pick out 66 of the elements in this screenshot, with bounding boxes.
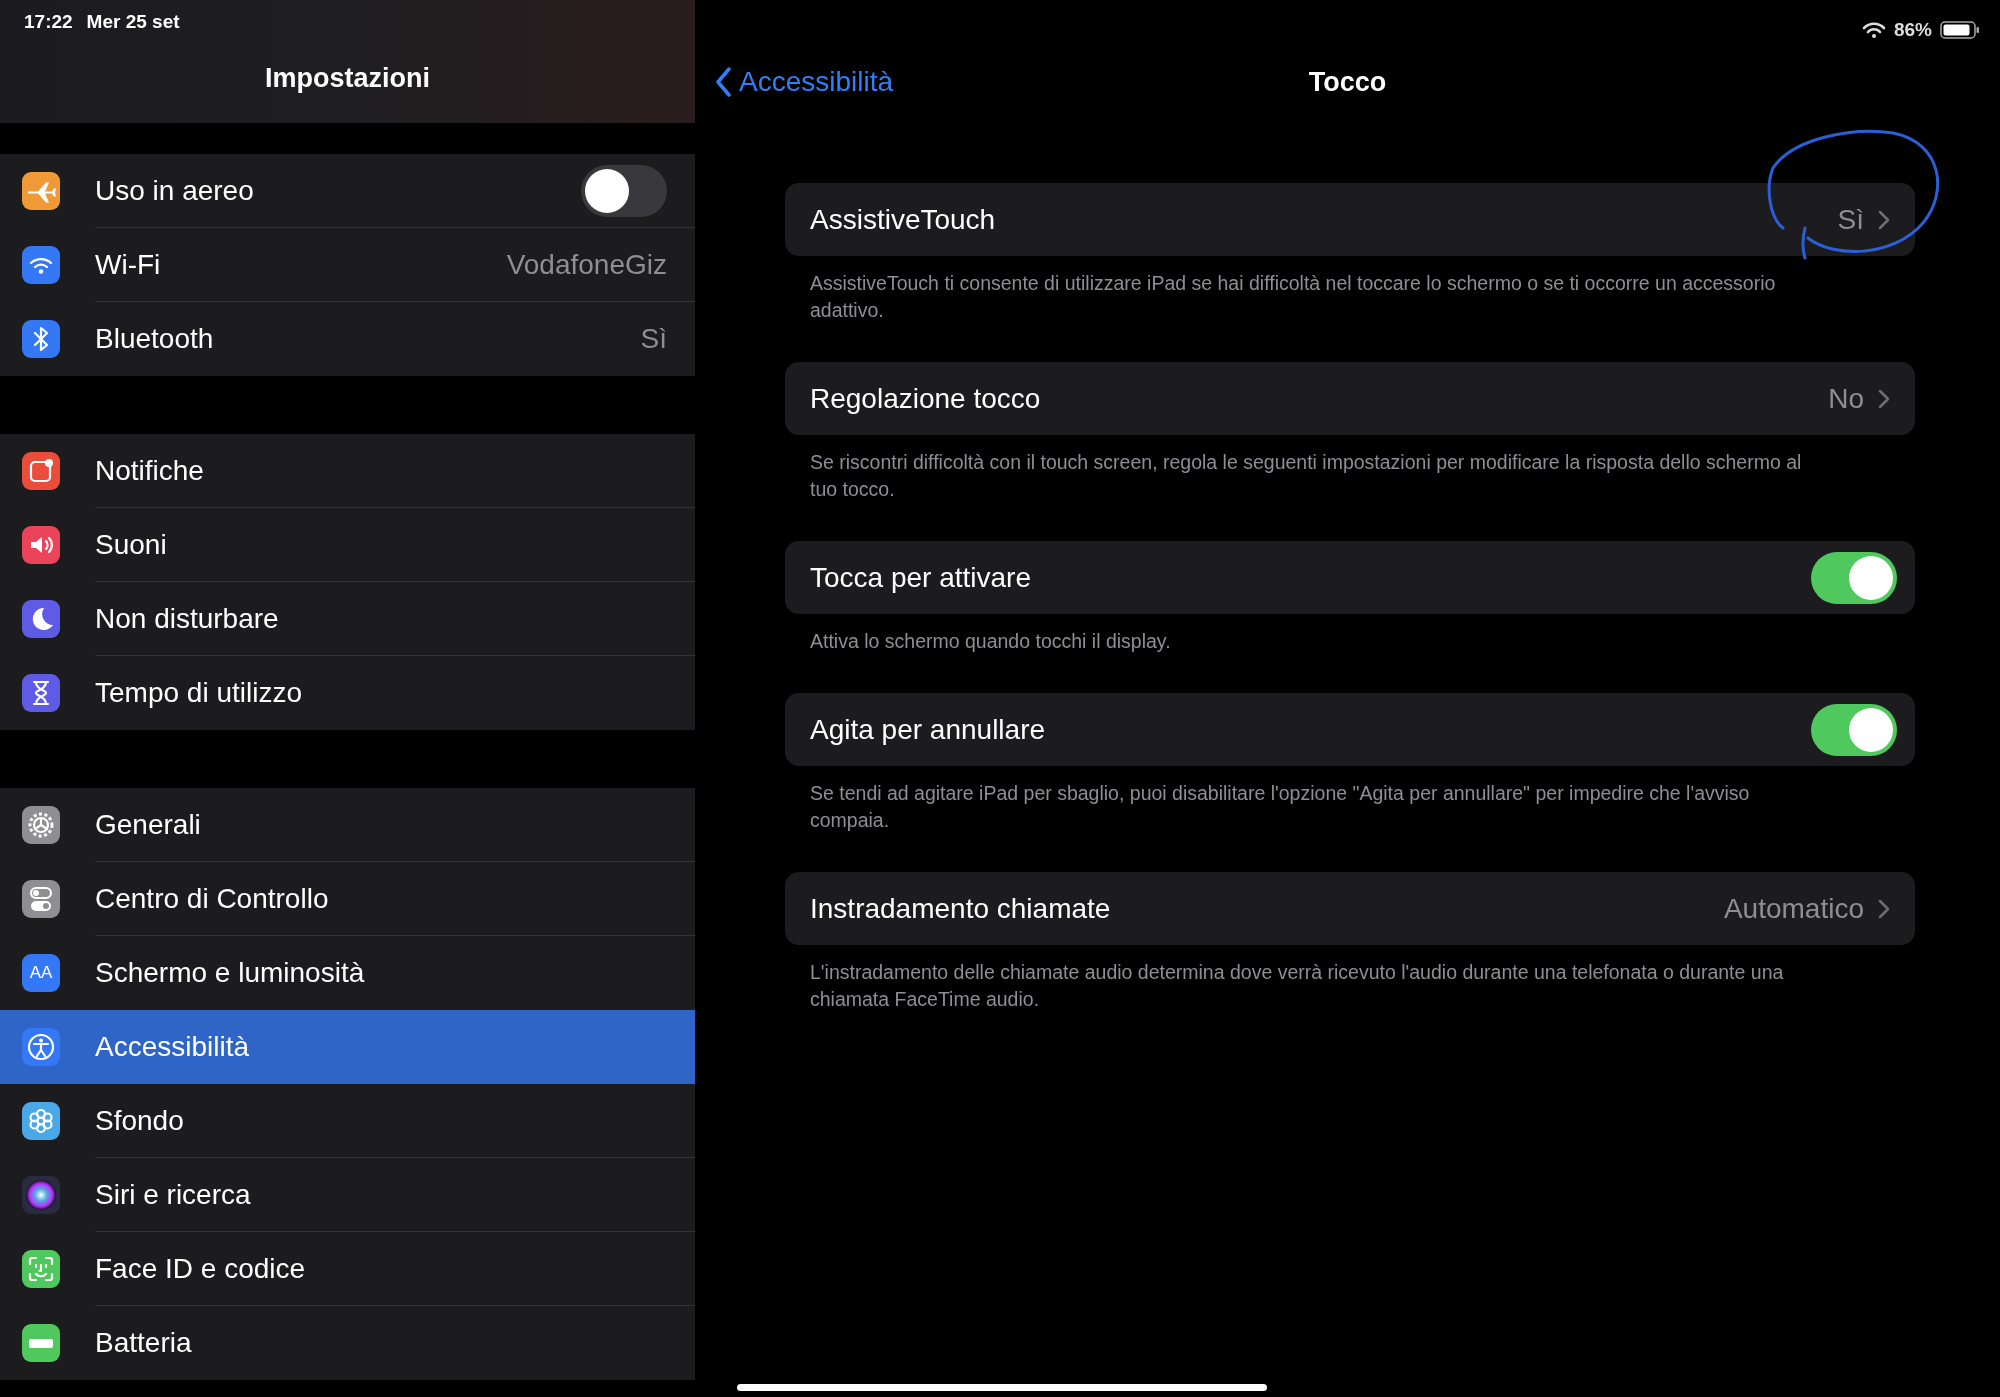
back-chevron-icon <box>715 67 731 97</box>
toggle-switch[interactable] <box>1811 703 1897 756</box>
sidebar-item[interactable]: Non disturbare <box>0 582 695 656</box>
sidebar-item[interactable]: Notifiche <box>0 434 695 508</box>
back-button[interactable]: Accessibilità <box>715 61 894 103</box>
item-label: Sfondo <box>95 1103 185 1138</box>
sidebar-item[interactable]: Face ID e codice <box>0 1232 695 1306</box>
item-label: Uso in aereo <box>95 173 255 208</box>
item-label: Non disturbare <box>95 601 280 636</box>
item-label: Accessibilità <box>95 1030 251 1064</box>
toggle-switch[interactable] <box>1811 551 1897 604</box>
item-label: Notifiche <box>95 453 205 488</box>
row-value: Automatico <box>1723 891 1864 926</box>
item-label: Suoni <box>95 527 168 562</box>
settings-row[interactable]: Agita per annullare <box>785 693 1915 766</box>
item-value: Sì <box>640 322 667 356</box>
settings-row[interactable]: Regolazione tocco No <box>785 362 1915 435</box>
battery-percent: 86% <box>1893 17 1932 42</box>
item-label: Bluetooth <box>95 322 215 356</box>
item-label: Tempo di utilizzo <box>95 676 303 710</box>
row-label: Regolazione tocco <box>810 381 1042 416</box>
item-label: Schermo e luminosità <box>95 956 366 990</box>
item-value: VodafoneGiz <box>506 247 667 282</box>
chevron-icon <box>1878 388 1890 409</box>
sidebar-item[interactable]: Centro di Controllo <box>0 862 695 936</box>
row-description: Attiva lo schermo quando tocchi il display. <box>809 629 1172 654</box>
row-description: L'instradamento delle chiamate audio determina dove verrà ricevuto l'audio durante una telefonata o durante una chiamata FaceTime audio. <box>809 960 1785 1012</box>
settings-row[interactable]: Tocca per attivare <box>785 541 1915 614</box>
sidebar-item[interactable]: Batteria <box>0 1306 695 1380</box>
page-title: Tocco <box>1308 65 1387 99</box>
sidebar-item[interactable]: Accessibilità <box>0 1010 695 1084</box>
status-date: Mer 25 set <box>86 10 180 34</box>
sidebar-item[interactable]: AA Schermo e luminosità <box>0 936 695 1010</box>
wifi-icon <box>1861 21 1886 39</box>
row-label: Instradamento chiamate <box>810 891 1112 926</box>
item-label: Batteria <box>95 1326 193 1360</box>
row-label: AssistiveTouch <box>810 202 997 237</box>
status-time: 17:22 <box>24 10 73 34</box>
sidebar-item[interactable]: Siri e ricerca <box>0 1158 695 1232</box>
row-value: No <box>1828 381 1864 416</box>
settings-row[interactable]: Instradamento chiamate Automatico <box>785 872 1915 945</box>
item-label: Wi-Fi <box>95 247 162 282</box>
row-value: Sì <box>1837 202 1864 237</box>
row-label: Agita per annullare <box>810 712 1047 747</box>
row-description: Se riscontri difficoltà con il touch screen, regola le seguenti impostazioni per modificare la risposta dello schermo al tuo tocco. <box>809 450 1803 502</box>
sidebar-item[interactable]: Tempo di utilizzo <box>0 656 695 730</box>
sidebar-item[interactable]: Sfondo <box>0 1084 695 1158</box>
sidebar-item[interactable]: Suoni <box>0 508 695 582</box>
sidebar-item[interactable]: Wi-Fi VodafoneGiz <box>0 228 695 302</box>
sidebar-item[interactable]: Generali <box>0 788 695 862</box>
row-description: Se tendi ad agitare iPad per sbaglio, puoi disabilitare l'opzione "Agita per annullare" per impedire che l'avviso compaia. <box>809 781 1751 833</box>
battery-icon <box>1940 21 1980 39</box>
sidebar-title: Impostazioni <box>265 61 430 95</box>
chevron-icon <box>1878 209 1890 230</box>
sidebar-item[interactable]: Uso in aereo <box>0 154 695 228</box>
chevron-icon <box>1878 898 1890 919</box>
row-description: AssistiveTouch ti consente di utilizzare iPad se hai difficoltà nel toccare lo schermo o se ti occorre un accessorio adattivo. <box>809 271 1777 323</box>
item-label: Generali <box>95 807 202 842</box>
settings-row[interactable]: AssistiveTouch Sì <box>785 183 1915 256</box>
display-icon: AA <box>22 954 60 992</box>
item-label: Centro di Controllo <box>95 881 330 916</box>
item-label: Face ID e codice <box>95 1251 307 1286</box>
row-label: Tocca per attivare <box>810 560 1032 595</box>
item-label: Siri e ricerca <box>95 1177 252 1212</box>
toggle-switch[interactable] <box>581 164 667 217</box>
sidebar-item[interactable]: Bluetooth Sì <box>0 302 695 376</box>
